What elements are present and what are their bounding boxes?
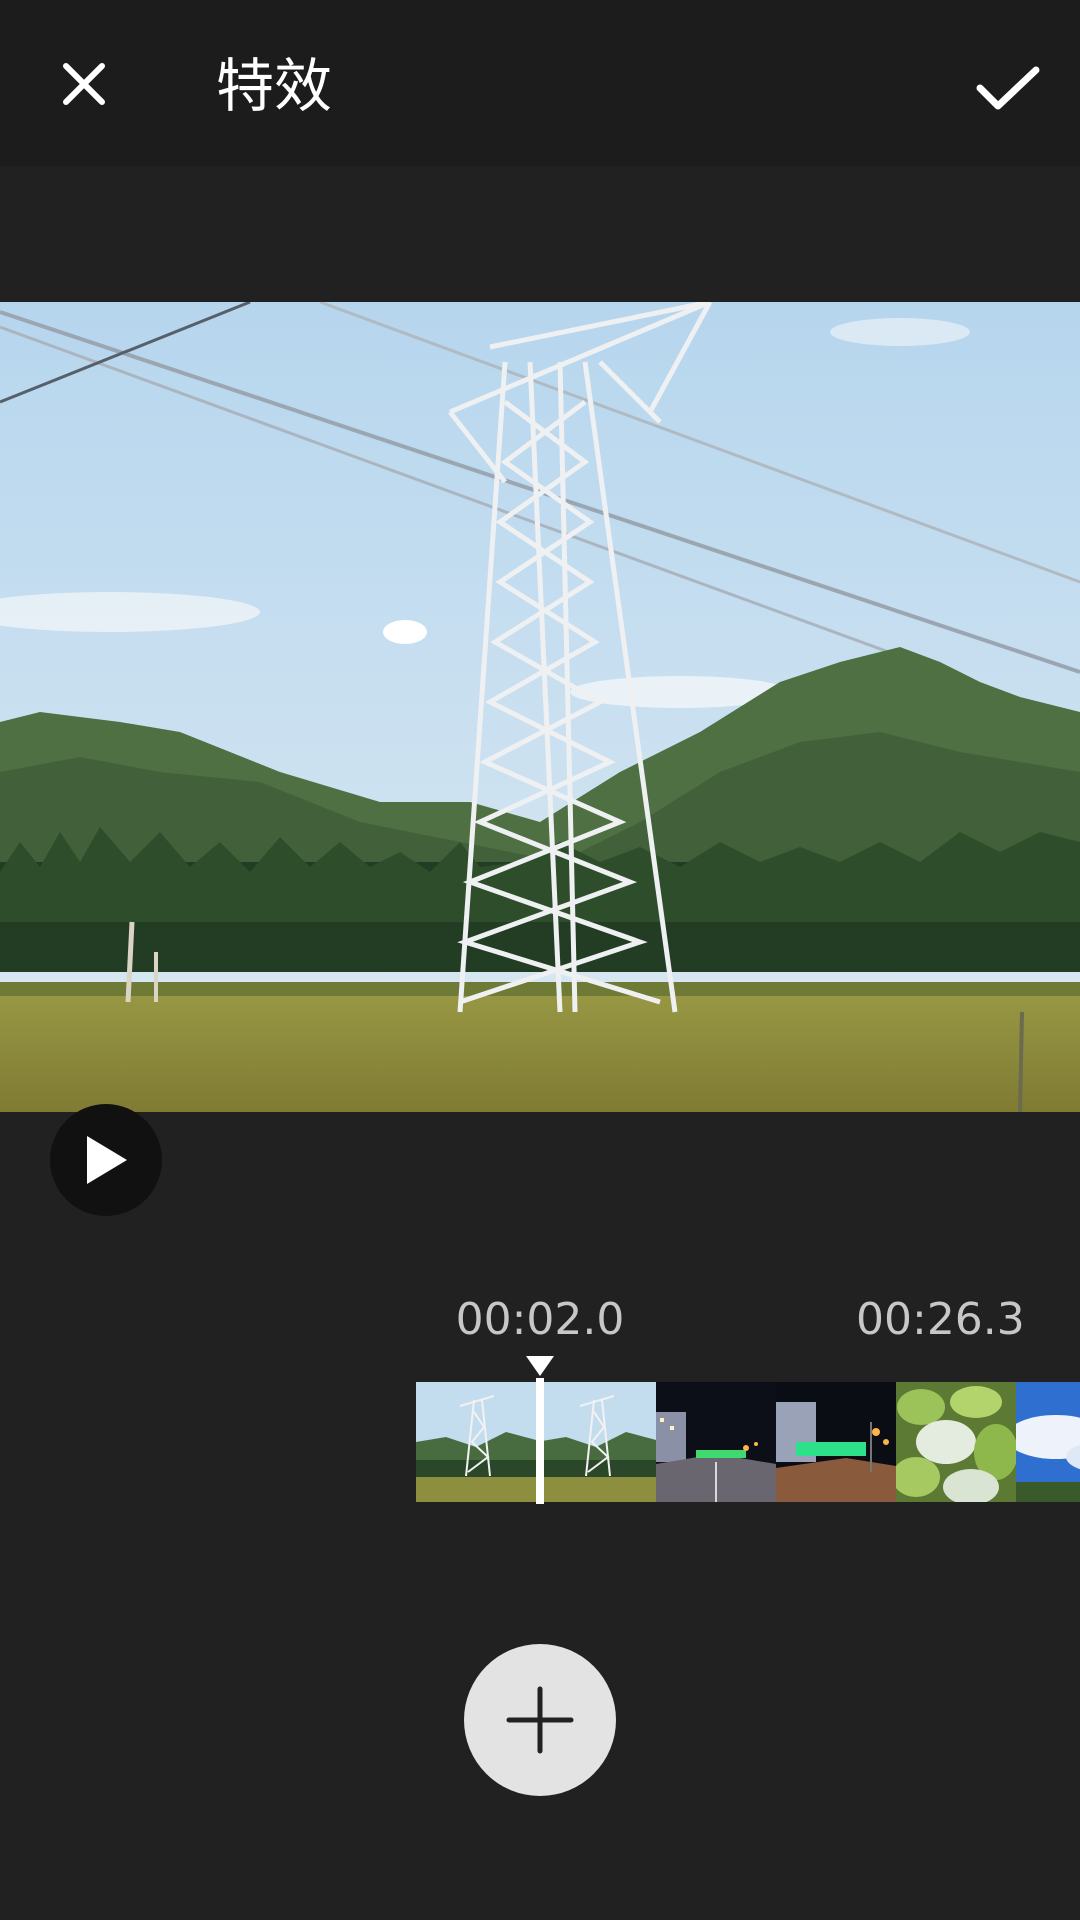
add-effect-button[interactable] bbox=[464, 1644, 616, 1796]
check-icon bbox=[976, 66, 1040, 110]
clip-thumbnail[interactable] bbox=[656, 1382, 776, 1502]
page-title: 特效 bbox=[216, 52, 333, 120]
close-button[interactable] bbox=[52, 52, 116, 116]
clip-thumbnail[interactable] bbox=[1016, 1382, 1080, 1502]
total-duration: 00:26.3 bbox=[856, 1294, 1025, 1345]
playhead-marker[interactable] bbox=[526, 1356, 554, 1376]
effects-screen: 特效 00:02.0 00:26.3 bbox=[0, 0, 1080, 1920]
clip-thumbnail[interactable] bbox=[896, 1382, 1016, 1502]
current-time: 00:02.0 bbox=[455, 1294, 625, 1345]
clip-thumbnail[interactable] bbox=[416, 1382, 536, 1502]
play-button[interactable] bbox=[50, 1104, 162, 1216]
plus-icon bbox=[506, 1686, 574, 1754]
video-frame bbox=[0, 302, 1080, 1112]
close-icon bbox=[63, 63, 105, 105]
clip-filmstrip[interactable] bbox=[416, 1382, 1080, 1502]
playhead[interactable] bbox=[536, 1378, 544, 1504]
play-icon bbox=[87, 1136, 127, 1184]
top-bar: 特效 bbox=[0, 0, 1080, 166]
confirm-button[interactable] bbox=[972, 52, 1044, 124]
clip-thumbnail[interactable] bbox=[536, 1382, 656, 1502]
clip-thumbnail[interactable] bbox=[776, 1382, 896, 1502]
video-preview[interactable] bbox=[0, 302, 1080, 1112]
